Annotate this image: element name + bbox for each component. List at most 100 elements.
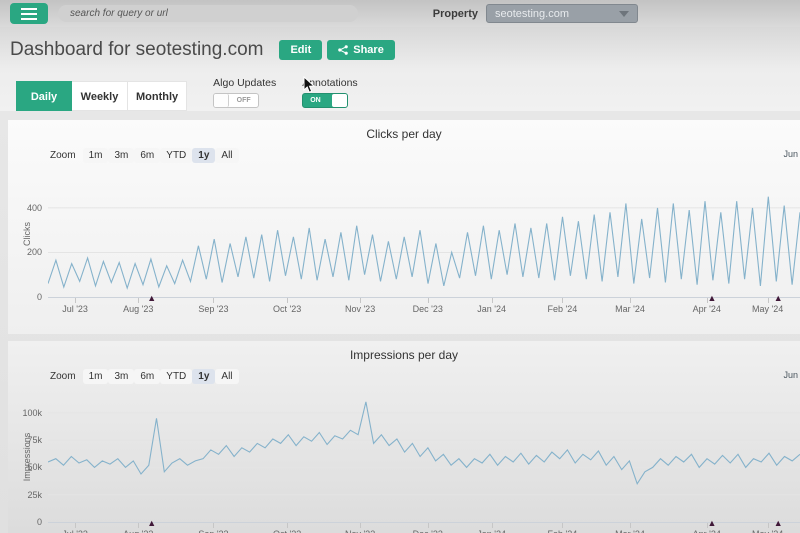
x-tick (75, 298, 77, 303)
toggle-state: OFF (236, 97, 251, 104)
annotation-marker[interactable]: ▲ (708, 294, 717, 303)
x-tick-label: Sep '23 (198, 529, 228, 533)
property-label: Property (432, 7, 478, 20)
zoom-label: Zoom (50, 370, 76, 382)
algo-updates-toggle[interactable]: OFF (213, 93, 260, 108)
zoom-toolbar: 1m 3m 6m YTD 1y All (82, 368, 239, 384)
chart-body: Clicks 0 200 400 (22, 170, 800, 302)
x-tick-label: Oct '23 (273, 304, 302, 314)
x-tick-label: Mar '24 (615, 304, 645, 314)
menu-button[interactable] (10, 3, 48, 24)
toggle-knob (214, 94, 230, 107)
impressions-chart-card: Impressions per day Zoom 1m 3m 6m YTD 1y All … (8, 341, 800, 533)
x-tick (75, 523, 77, 528)
tab-weekly[interactable]: Weekly (72, 81, 128, 111)
x-tick-label: Jan '24 (477, 304, 507, 314)
x-tick (427, 523, 429, 528)
y-tick-label: 0 (36, 517, 42, 527)
y-tick-label: 100k (22, 407, 42, 418)
zoom-range-all-button[interactable]: All (215, 147, 239, 163)
range-selector-overflow: Jun (783, 370, 798, 380)
share-button-label: Share (353, 44, 384, 56)
property-dropdown[interactable]: seotesting.com (486, 4, 638, 23)
zoom-range-1m-button[interactable]: 1m (82, 368, 109, 384)
x-tick (213, 298, 215, 303)
hamburger-icon (21, 7, 37, 10)
property-value: seotesting.com (495, 7, 569, 20)
chart-toolbar: Zoom 1m 3m 6m YTD 1y All Jun (8, 144, 800, 166)
annotation-marker[interactable]: ▲ (774, 519, 783, 528)
x-tick-label: Jan '24 (477, 529, 506, 533)
x-tick-label: May '24 (752, 304, 784, 314)
annotation-marker[interactable]: ▲ (708, 519, 717, 528)
share-button[interactable]: Share (327, 40, 395, 60)
dashboard-controls: Daily Weekly Monthly Algo Updates OFF An… (0, 69, 800, 111)
annotation-marker[interactable]: ▲ (147, 294, 156, 303)
x-tick (287, 298, 289, 303)
x-tick-label: Jul '23 (62, 529, 88, 533)
plot-area[interactable] (48, 170, 800, 297)
x-tick (138, 298, 140, 303)
x-tick-label: May '24 (752, 529, 783, 533)
x-tick (491, 523, 493, 528)
page-header: Dashboard for seotesting.com Edit Share (0, 27, 800, 69)
range-selector-overflow: Jun (783, 149, 798, 159)
tab-daily[interactable]: Daily (16, 81, 72, 111)
zoom-range-1m-button[interactable]: 1m (82, 147, 109, 163)
x-tick-label: Mar '24 (615, 529, 645, 533)
x-tick-label: Dec '23 (412, 304, 443, 314)
x-tick-label: Feb '24 (547, 304, 578, 314)
zoom-range-6m-button[interactable]: 6m (134, 368, 161, 384)
x-tick (360, 298, 362, 303)
zoom-label: Zoom (50, 149, 76, 161)
x-tick (630, 523, 632, 528)
zoom-range-3m-button[interactable]: 3m (108, 147, 135, 163)
x-tick-label: Feb '24 (547, 529, 577, 533)
x-tick-label: Apr '24 (693, 529, 721, 533)
x-tick-label: Nov '23 (344, 304, 376, 314)
x-tick (491, 298, 493, 303)
annotations-group: Annotations ON (302, 77, 358, 111)
zoom-range-1y-button[interactable]: 1y (192, 368, 216, 384)
tab-monthly[interactable]: Monthly (128, 81, 188, 111)
search-input[interactable] (58, 5, 358, 22)
series-clicks (48, 197, 800, 288)
edit-button[interactable]: Edit (279, 40, 323, 60)
annotation-marker[interactable]: ▲ (774, 294, 783, 303)
app-window: Property seotesting.com Dashboard for se… (0, 0, 800, 533)
zoom-toolbar: 1m 3m 6m YTD 1y All (82, 147, 239, 163)
annotation-marker[interactable]: ▲ (147, 519, 156, 528)
x-axis: Jul '23 Aug '23 Sep '23 Oct '23 Nov '23 Dec '… (48, 294, 800, 319)
topbar: Property seotesting.com (0, 0, 800, 27)
property-group: Property seotesting.com (433, 4, 638, 23)
zoom-range-6m-button[interactable]: 6m (134, 147, 161, 163)
chart-body: Impressions 0 25k 50k 75k 100k (22, 391, 800, 527)
zoom-range-1y-button[interactable]: 1y (192, 147, 216, 163)
y-tick-label: 25k (27, 489, 42, 500)
y-tick-label: 0 (36, 292, 42, 302)
chart-toolbar: Zoom 1m 3m 6m YTD 1y All Jun (8, 365, 800, 387)
toggle-state: ON (310, 97, 321, 104)
x-tick-label: Apr '24 (692, 304, 721, 314)
x-tick (138, 523, 140, 528)
x-tick (427, 298, 429, 303)
y-tick-label: 200 (26, 247, 42, 258)
impressions-line-chart (48, 391, 800, 522)
y-tick-label: 75k (27, 435, 42, 446)
x-tick-label: Jul '23 (62, 304, 88, 314)
zoom-range-3m-button[interactable]: 3m (108, 368, 135, 384)
x-tick (213, 523, 215, 528)
zoom-range-ytd-button[interactable]: YTD (160, 368, 193, 384)
zoom-range-ytd-button[interactable]: YTD (160, 147, 193, 163)
toggle-knob (332, 94, 348, 107)
x-tick (562, 523, 564, 528)
x-tick-label: Nov '23 (345, 529, 375, 533)
x-tick-label: Oct '23 (273, 529, 301, 533)
x-tick-label: Aug '23 (123, 304, 154, 314)
chevron-down-icon (619, 10, 629, 17)
x-axis: Jul '23 Aug '23 Sep '23 Oct '23 Nov '23 Dec '… (48, 519, 800, 533)
zoom-range-all-button[interactable]: All (215, 368, 239, 384)
plot-area[interactable] (48, 391, 800, 522)
annotations-toggle[interactable]: ON (302, 93, 349, 108)
algo-updates-label: Algo Updates (213, 77, 277, 89)
